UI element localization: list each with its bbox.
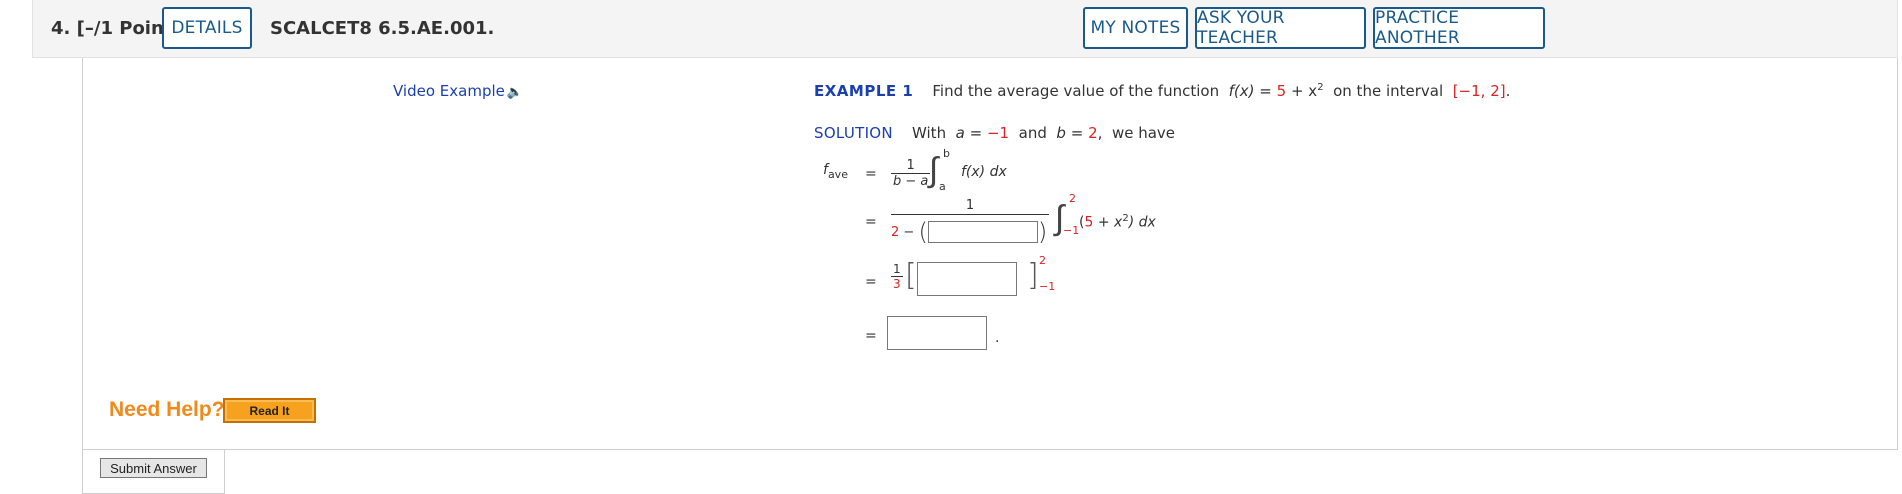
answer-input-a[interactable]	[927, 221, 1038, 243]
equals-sign: =	[865, 214, 877, 230]
question-header: 4. [–/1 Points] DETAILS SCALCET8 6.5.AE.…	[32, 0, 1898, 58]
example-statement: EXAMPLE 1 Find the average value of the …	[814, 82, 1511, 100]
right-bracket: ]	[1027, 258, 1039, 293]
integrand-2: (5 + x2) dx	[1079, 213, 1156, 231]
lower-limit-neg1: −1	[1063, 224, 1080, 237]
upper-limit-b: b	[943, 147, 950, 160]
question-id: SCALCET8 6.5.AE.001.	[270, 18, 495, 39]
final-period: .	[995, 330, 1000, 346]
left-bracket: [	[905, 258, 917, 293]
integral-sign: ∫	[929, 150, 939, 190]
fraction-1-over-b-minus-a: 1b − a	[891, 158, 931, 189]
fraction-line-2: 1 2 − ( )	[891, 198, 1049, 246]
fraction-one-third: 13	[891, 262, 903, 291]
video-example-link[interactable]: Video Example 🔈	[393, 82, 523, 100]
details-button[interactable]: DETAILS	[162, 7, 252, 49]
submit-answer-button[interactable]: Submit Answer	[100, 458, 207, 478]
solution-statement: SOLUTION With a = −1 and b = 2, we have	[814, 124, 1176, 142]
upper-limit-2: 2	[1069, 192, 1076, 205]
formula-line-1: fave	[823, 162, 848, 181]
answer-input-b[interactable]	[917, 262, 1017, 296]
question-content: Video Example 🔈 EXAMPLE 1 Find the averag…	[82, 58, 1898, 450]
answer-input-c[interactable]	[887, 316, 987, 350]
ask-your-teacher-button[interactable]: ASK YOUR TEACHER	[1195, 7, 1366, 49]
lower-limit-a: a	[939, 180, 946, 193]
eval-lower-limit: −1	[1039, 280, 1056, 293]
need-help-label: Need Help?	[109, 398, 225, 421]
equals-sign: =	[865, 274, 877, 290]
my-notes-button[interactable]: MY NOTES	[1083, 7, 1188, 49]
integrand: f(x) dx	[961, 164, 1007, 180]
equals-sign: =	[865, 328, 877, 344]
speaker-icon: 🔈	[506, 85, 524, 100]
practice-another-button[interactable]: PRACTICE ANOTHER	[1373, 7, 1545, 49]
eval-upper-limit: 2	[1039, 254, 1046, 267]
equals-sign: =	[865, 166, 877, 182]
answer-input-b-wrap	[917, 262, 1017, 296]
answer-input-c-wrap	[887, 316, 987, 350]
read-it-button[interactable]: Read It	[223, 398, 316, 423]
